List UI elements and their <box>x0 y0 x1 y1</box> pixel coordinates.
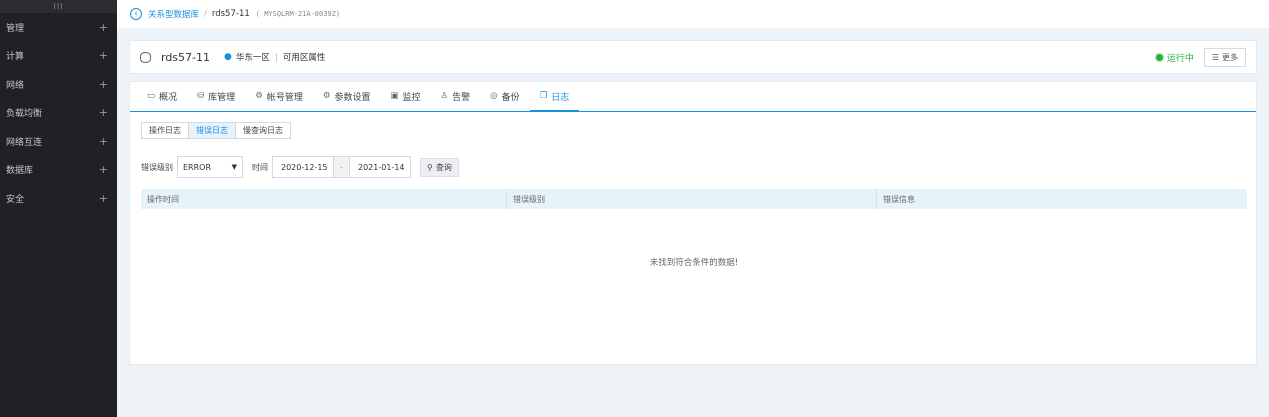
plus-icon: + <box>98 191 108 205</box>
more-button[interactable]: ☰ 更多 <box>1203 47 1246 67</box>
search-button-label: 查询 <box>435 162 452 172</box>
tab-label: 日志 <box>551 92 570 103</box>
plus-icon: + <box>98 77 108 91</box>
sidebar-item-label: 网络互连 <box>6 137 43 148</box>
tab-label: 参数设置 <box>334 92 371 103</box>
tab-label: 概况 <box>159 92 178 103</box>
subtab-slow-query-log[interactable]: 慢查询日志 <box>236 123 290 138</box>
sidebar-item-interconnect[interactable]: 网络互连 + <box>0 127 117 156</box>
sidebar: III 管理 + 计算 + 网络 + 负载均衡 + 网络互连 + 数据库 + 安… <box>0 0 117 417</box>
table-header: 操作时间 错误级别 错误信息 <box>141 189 1247 209</box>
filter-row: 错误级别 ERROR ▼ 时间 2020-12-15 - 2021-01-14 … <box>141 156 459 178</box>
column-header-error-message: 错误信息 <box>883 194 915 204</box>
sidebar-item-security[interactable]: 安全 + <box>0 184 117 213</box>
subtab-operation-log[interactable]: 操作日志 <box>142 123 189 138</box>
instance-header: rds57-11 ● 华东一区 可用区属性 运行中 ☰ 更多 <box>129 40 1257 74</box>
sidebar-item-label: 计算 <box>6 52 25 63</box>
monitor-icon: ▣ <box>390 91 399 101</box>
sidebar-item-management[interactable]: 管理 + <box>0 13 117 42</box>
start-date-input[interactable]: 2020-12-15 <box>272 156 334 178</box>
tab-overview[interactable]: ▭ 概况 <box>137 81 187 111</box>
breadcrumb-instance-id: ( MYSQLRM-21A-0039Z) <box>255 10 341 18</box>
status-dot-icon <box>1155 53 1163 61</box>
more-button-label: 更多 <box>1222 52 1238 62</box>
caret-down-icon: ▼ <box>231 163 237 171</box>
tab-monitor[interactable]: ▣ 监控 <box>380 81 430 111</box>
sidebar-item-network[interactable]: 网络 + <box>0 70 117 99</box>
tab-account-management[interactable]: ⚙ 帐号管理 <box>245 81 313 111</box>
account-icon: ⚙ <box>255 91 263 101</box>
sidebar-item-database[interactable]: 数据库 + <box>0 156 117 185</box>
search-button[interactable]: ⚲ 查询 <box>420 157 459 177</box>
column-header-error-level: 错误级别 <box>507 189 877 209</box>
log-type-switcher: 操作日志 错误日志 慢查询日志 <box>141 122 291 139</box>
plus-icon: + <box>98 49 108 63</box>
database-icon <box>140 51 151 63</box>
subtab-error-log[interactable]: 错误日志 <box>189 123 236 138</box>
backup-icon: ◎ <box>490 91 498 101</box>
error-log-table: 操作时间 错误级别 错误信息 未找到符合条件的数据! <box>141 189 1247 268</box>
sidebar-collapse-handle[interactable]: III <box>0 0 117 13</box>
sidebar-item-label: 安全 <box>6 194 25 205</box>
error-level-select[interactable]: ERROR ▼ <box>177 156 243 178</box>
tab-label: 备份 <box>501 92 520 103</box>
tab-logs[interactable]: ❐ 日志 <box>529 81 580 112</box>
tab-label: 库管理 <box>208 92 236 103</box>
plus-icon: + <box>98 20 108 34</box>
tab-alarm[interactable]: ♙ 告警 <box>431 81 481 111</box>
sidebar-item-label: 负载均衡 <box>6 109 43 120</box>
settings-icon: ⚙ <box>322 91 331 101</box>
location-pin-icon: ● <box>224 52 232 62</box>
sidebar-item-label: 网络 <box>6 80 25 91</box>
sidebar-item-label: 管理 <box>6 23 25 34</box>
tab-label: 帐号管理 <box>266 92 303 103</box>
date-range-separator: - <box>334 156 349 178</box>
column-header-operation-time: 操作时间 <box>141 189 507 209</box>
log-icon: ❐ <box>539 91 548 101</box>
search-icon: ⚲ <box>427 162 433 172</box>
error-level-label: 错误级别 <box>141 162 173 172</box>
tab-label: 监控 <box>402 92 421 103</box>
time-label: 时间 <box>252 162 268 172</box>
menu-icon: ☰ <box>1211 52 1219 62</box>
main-area: ‹ 关系型数据库 / rds57-11 ( MYSQLRM-21A-0039Z)… <box>117 0 1269 417</box>
end-date-input[interactable]: 2021-01-14 <box>349 156 411 178</box>
sidebar-item-label: 数据库 <box>6 166 34 177</box>
content-card: ▭ 概况 ⛁ 库管理 ⚙ 帐号管理 ⚙ 参数设置 ▣ 监控 ♙ 告警 ◎ 备份 … <box>129 81 1257 365</box>
error-level-value: ERROR <box>183 162 212 172</box>
tab-backup[interactable]: ◎ 备份 <box>480 81 529 111</box>
plus-icon: + <box>98 106 108 120</box>
plus-icon: + <box>98 163 108 177</box>
breadcrumb: ‹ 关系型数据库 / rds57-11 ( MYSQLRM-21A-0039Z) <box>117 0 1269 28</box>
region-label: 华东一区 <box>235 53 270 63</box>
plus-icon: + <box>98 134 108 148</box>
tab-label: 告警 <box>452 92 471 103</box>
empty-state-message: 未找到符合条件的数据! <box>649 258 739 268</box>
breadcrumb-parent-link[interactable]: 关系型数据库 <box>148 8 199 20</box>
divider <box>275 52 277 62</box>
overview-icon: ▭ <box>147 91 156 101</box>
sidebar-item-load-balancing[interactable]: 负载均衡 + <box>0 99 117 128</box>
breadcrumb-current: rds57-11 <box>211 9 250 19</box>
breadcrumb-separator: / <box>204 9 207 19</box>
tab-database-management[interactable]: ⛁ 库管理 <box>187 81 245 111</box>
status-badge: 运行中 <box>1166 53 1194 64</box>
sidebar-item-compute[interactable]: 计算 + <box>0 42 117 71</box>
alarm-icon: ♙ <box>440 91 449 101</box>
zone-label: 可用区属性 <box>282 53 326 63</box>
header-actions: 运行中 ☰ 更多 <box>1155 47 1246 67</box>
instance-name: rds57-11 <box>161 50 211 64</box>
tab-bar: ▭ 概况 ⛁ 库管理 ⚙ 帐号管理 ⚙ 参数设置 ▣ 监控 ♙ 告警 ◎ 备份 … <box>130 82 1256 112</box>
back-icon[interactable]: ‹ <box>130 8 142 20</box>
tab-parameter-settings[interactable]: ⚙ 参数设置 <box>313 81 381 111</box>
database-icon: ⛁ <box>197 91 205 101</box>
